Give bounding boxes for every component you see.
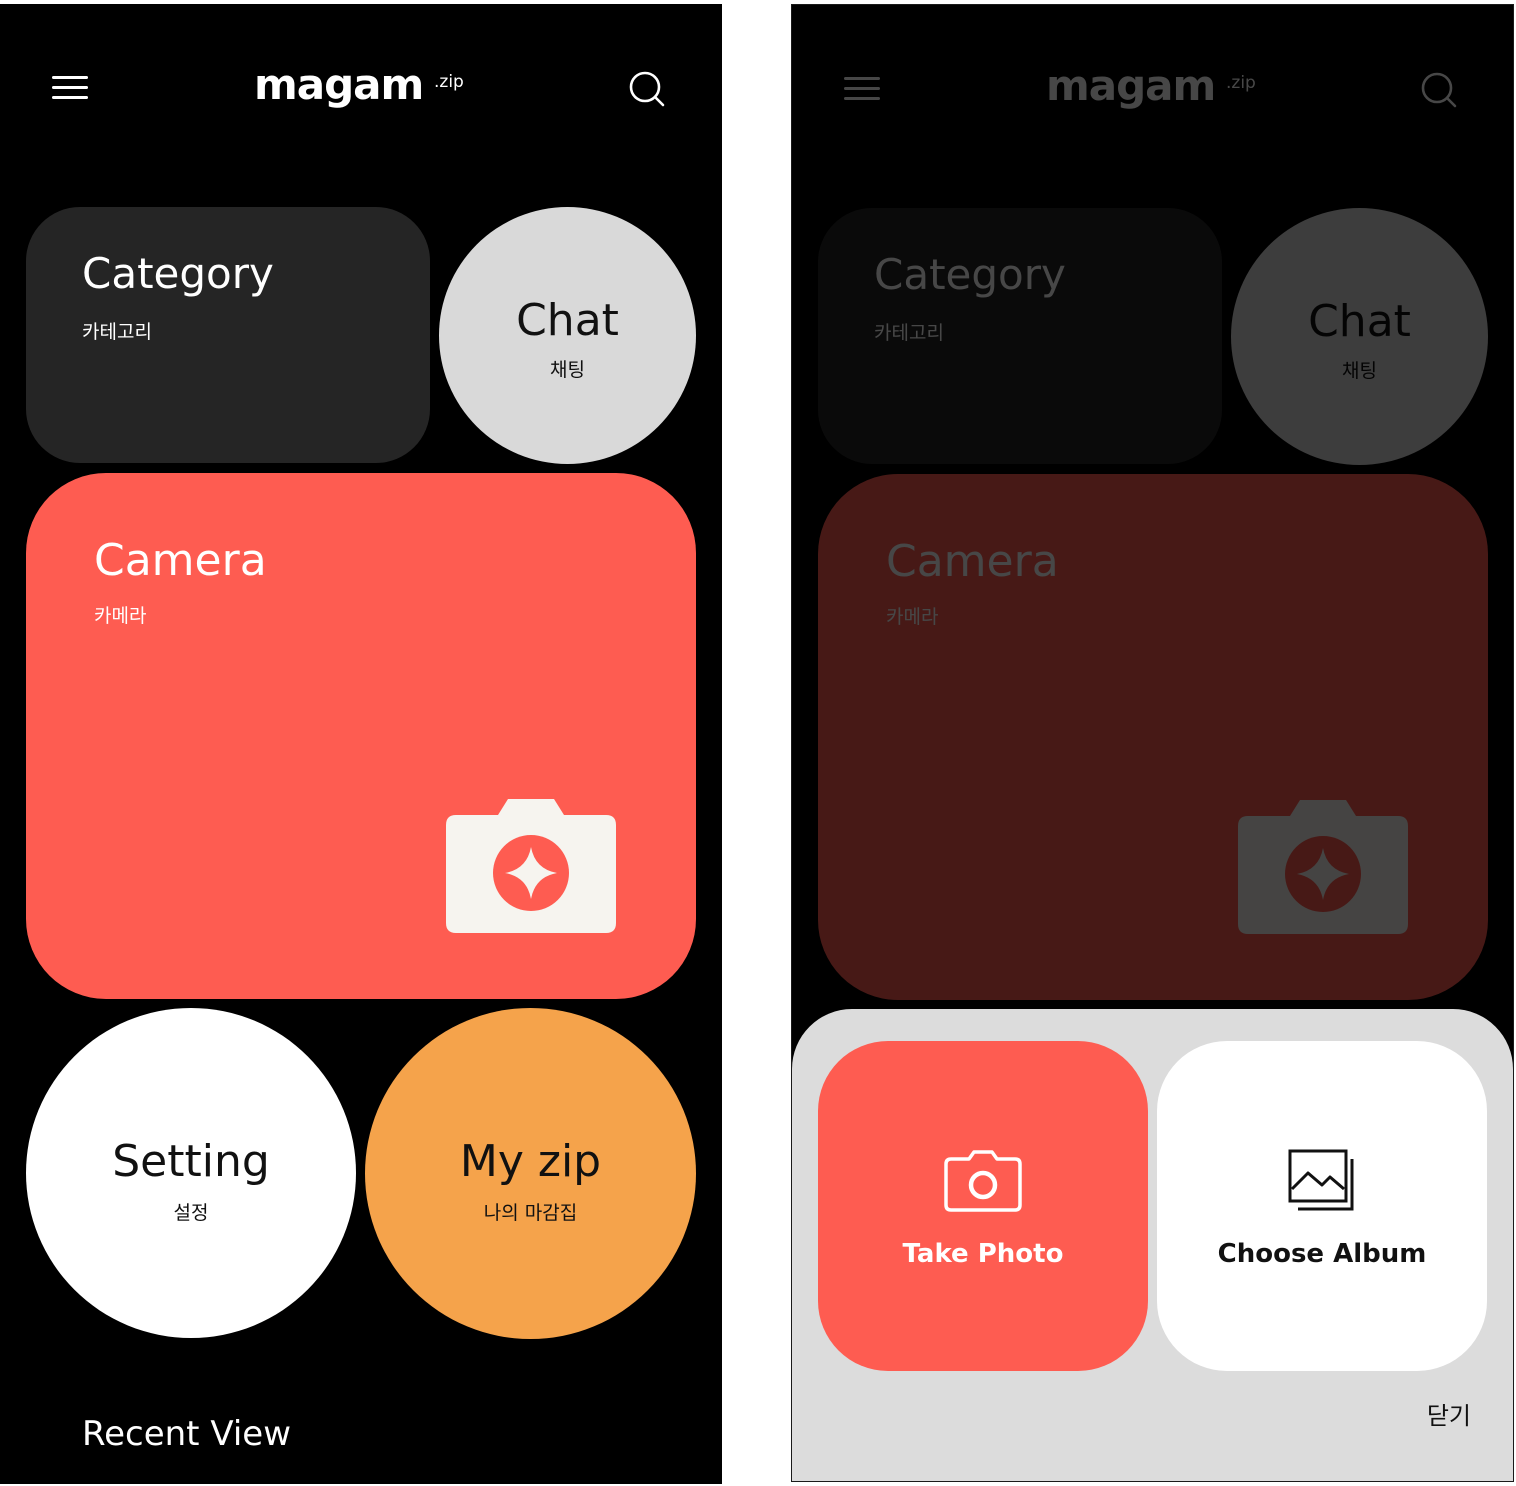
setting-card[interactable]: Setting 설정 bbox=[26, 1008, 356, 1338]
recent-view-heading: Recent View bbox=[82, 1414, 291, 1454]
home-screen: magam .zip Category 카테고리 Chat 채팅 Camera … bbox=[0, 4, 722, 1484]
take-photo-label: Take Photo bbox=[902, 1239, 1064, 1269]
app-logo: magam .zip bbox=[254, 60, 464, 109]
choose-album-label: Choose Album bbox=[1217, 1239, 1427, 1269]
camera-title: Camera bbox=[94, 535, 267, 586]
camera-icon bbox=[944, 1150, 1022, 1212]
setting-title: Setting bbox=[112, 1136, 270, 1187]
chat-card[interactable]: Chat 채팅 bbox=[439, 207, 696, 464]
album-icon bbox=[1288, 1149, 1354, 1211]
camera-sheet-screen: magam .zip Category 카테고리 Chat 채팅 Camera … bbox=[791, 4, 1514, 1482]
camera-subtitle: 카메라 bbox=[94, 605, 147, 627]
myzip-subtitle: 나의 마감집 bbox=[483, 1202, 578, 1224]
camera-bottom-sheet: Take Photo Choose Album 닫기 bbox=[792, 1009, 1513, 1481]
myzip-title: My zip bbox=[459, 1136, 602, 1187]
category-card[interactable]: Category 카테고리 bbox=[26, 207, 430, 463]
category-subtitle: 카테고리 bbox=[82, 321, 152, 343]
category-title: Category bbox=[82, 249, 274, 298]
logo-suffix: .zip bbox=[434, 72, 464, 92]
logo-text: magam bbox=[254, 60, 424, 109]
camera-icon bbox=[446, 799, 616, 933]
chat-subtitle: 채팅 bbox=[550, 359, 585, 381]
take-photo-button[interactable]: Take Photo bbox=[818, 1041, 1148, 1371]
close-button[interactable]: 닫기 bbox=[1427, 1396, 1471, 1431]
chat-title: Chat bbox=[516, 295, 619, 346]
choose-album-button[interactable]: Choose Album bbox=[1157, 1041, 1487, 1371]
search-icon[interactable] bbox=[628, 70, 666, 108]
camera-card[interactable]: Camera 카메라 bbox=[26, 473, 696, 999]
app-header: magam .zip bbox=[0, 4, 722, 174]
setting-subtitle: 설정 bbox=[173, 1202, 209, 1224]
myzip-card[interactable]: My zip 나의 마감집 bbox=[365, 1008, 696, 1339]
hamburger-menu-icon[interactable] bbox=[52, 72, 90, 102]
